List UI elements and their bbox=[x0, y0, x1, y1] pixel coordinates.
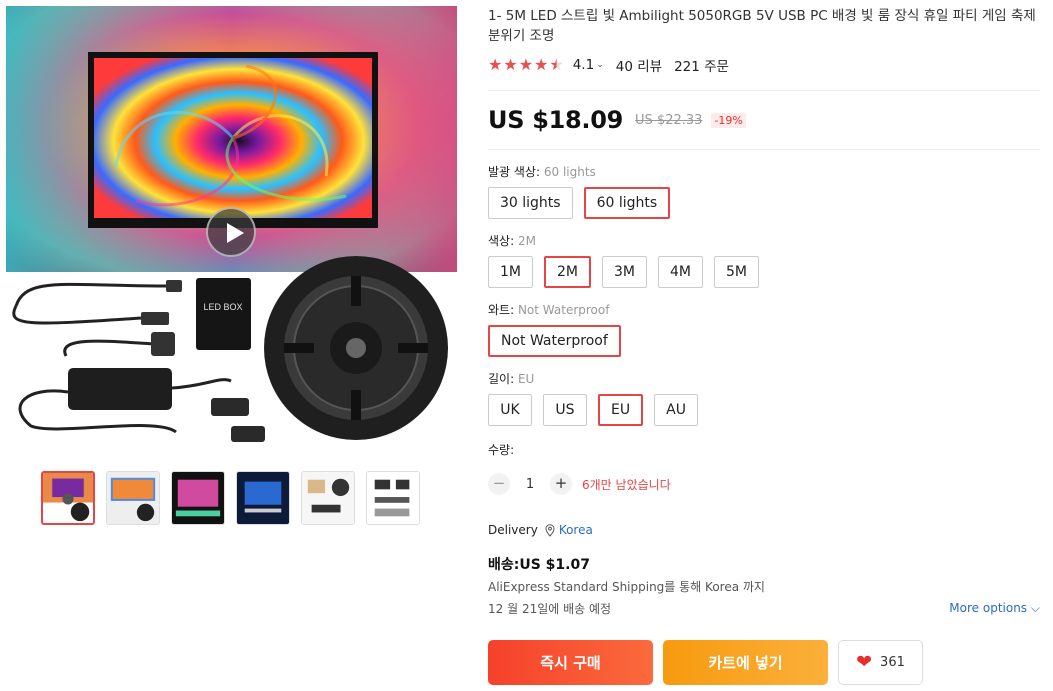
divider bbox=[488, 149, 1040, 150]
thumbnail-3[interactable] bbox=[171, 471, 225, 525]
option-length[interactable]: UK bbox=[488, 394, 532, 426]
quantity-input[interactable]: 1 bbox=[518, 477, 542, 492]
stock-notice: 6개만 남았습니다 bbox=[582, 477, 671, 492]
product-info-panel: 1- 5M LED 스트립 빛 Ambilight 5050RGB 5V USB… bbox=[488, 6, 1040, 617]
wishlist-count: 361 bbox=[880, 655, 905, 670]
shipping-date-row: 12 월 21일에 배송 예정 More options ⌵ bbox=[488, 600, 1040, 617]
video-play-button[interactable] bbox=[206, 207, 256, 257]
orders-count: 221 주문 bbox=[674, 59, 729, 75]
option-emitting-color[interactable]: 30 lights bbox=[488, 187, 573, 219]
more-options-link[interactable]: More options ⌵ bbox=[949, 601, 1040, 616]
property-group-emitting-color: 발광 색상: 60 lights 30 lights 60 lights bbox=[488, 162, 1040, 219]
star-icon: ★ bbox=[518, 55, 534, 74]
chevron-down-icon[interactable]: ⌄ bbox=[596, 60, 604, 70]
product-title: 1- 5M LED 스트립 빛 Ambilight 5050RGB 5V USB… bbox=[488, 8, 1036, 44]
thumbnail-1[interactable] bbox=[41, 471, 95, 525]
property-options: 30 lights 60 lights bbox=[488, 187, 1040, 219]
led-box-label: LED BOX bbox=[203, 302, 242, 312]
property-label: 와트: Not Waterproof bbox=[488, 300, 1040, 320]
option-length[interactable]: US bbox=[543, 394, 587, 426]
property-group-wattage: 와트: Not Waterproof Not Waterproof bbox=[488, 300, 1040, 357]
option-color[interactable]: 3M bbox=[602, 256, 647, 288]
property-selected-value: 60 lights bbox=[543, 165, 596, 179]
option-length[interactable]: AU bbox=[654, 394, 699, 426]
property-label: 길이: EU bbox=[488, 369, 1040, 389]
property-name: 발광 색상: bbox=[488, 165, 541, 179]
more-options-label: More options bbox=[949, 601, 1028, 615]
option-color[interactable]: 5M bbox=[714, 256, 759, 288]
quantity-decrease-button[interactable]: − bbox=[488, 473, 510, 495]
thumbnail-4[interactable] bbox=[236, 471, 290, 525]
property-options: 1M 2M 3M 4M 5M bbox=[488, 256, 1040, 288]
price-row: US $18.09 US $22.33 -19% bbox=[488, 91, 1040, 149]
reviews-link[interactable]: 40 리뷰 bbox=[616, 55, 662, 75]
shipping-price: 배송:US $1.07 bbox=[488, 557, 590, 573]
chevron-down-icon: ⌵ bbox=[1030, 601, 1040, 615]
property-selected-value: Not Waterproof bbox=[517, 303, 610, 317]
option-wattage[interactable]: Not Waterproof bbox=[488, 325, 621, 357]
thumbnail-6[interactable] bbox=[366, 471, 420, 525]
property-name: 길이: bbox=[488, 372, 515, 386]
quantity-stepper: − 1 + 6개만 남았습니다 bbox=[488, 473, 1040, 495]
action-buttons: 즉시 구매 카트에 넣기 ❤ 361 bbox=[488, 640, 923, 685]
option-emitting-color[interactable]: 60 lights bbox=[583, 187, 671, 219]
delivery-row: Delivery Korea bbox=[488, 523, 1040, 537]
option-color[interactable]: 1M bbox=[488, 256, 533, 288]
property-options: UK US EU AU bbox=[488, 394, 1040, 426]
property-name: 와트: bbox=[488, 303, 515, 317]
star-icon: ★ bbox=[503, 55, 518, 74]
discount-badge: -19% bbox=[711, 112, 746, 128]
delivery-label: Delivery bbox=[488, 523, 538, 537]
rating-value[interactable]: 4.1 bbox=[573, 57, 594, 73]
thumbnail-5[interactable] bbox=[301, 471, 355, 525]
property-group-color: 색상: 2M 1M 2M 3M 4M 5M bbox=[488, 231, 1040, 288]
property-label: 색상: 2M bbox=[488, 231, 1040, 251]
property-group-length: 길이: EU UK US EU AU bbox=[488, 369, 1040, 426]
star-icon: ★ bbox=[534, 55, 549, 74]
add-to-cart-button[interactable]: 카트에 넣기 bbox=[663, 640, 828, 685]
rating-row: ★ ★ ★ ★ ★ 4.1 ⌄ 40 리뷰 221 주문 bbox=[488, 54, 1040, 76]
property-options: Not Waterproof bbox=[488, 325, 1040, 357]
current-price: US $18.09 bbox=[488, 106, 624, 134]
rating-stars[interactable]: ★ ★ ★ ★ ★ bbox=[488, 57, 564, 73]
option-color[interactable]: 2M bbox=[544, 256, 591, 288]
option-length[interactable]: EU bbox=[598, 394, 644, 426]
thumbnail-2[interactable] bbox=[106, 471, 160, 525]
property-selected-value: EU bbox=[517, 372, 535, 386]
quantity-increase-button[interactable]: + bbox=[550, 473, 572, 495]
buy-now-button[interactable]: 즉시 구매 bbox=[488, 640, 653, 685]
property-label: 발광 색상: 60 lights bbox=[488, 162, 1040, 182]
option-color[interactable]: 4M bbox=[658, 256, 703, 288]
star-icon: ★ bbox=[488, 55, 503, 74]
original-price: US $22.33 bbox=[635, 112, 703, 128]
star-half-icon: ★ bbox=[549, 55, 564, 74]
location-pin-icon bbox=[545, 523, 555, 537]
delivery-destination[interactable]: Korea bbox=[559, 523, 593, 537]
shipping-method: AliExpress Standard Shipping를 통해 Korea 까… bbox=[488, 580, 765, 594]
main-product-image[interactable]: LED BOX bbox=[6, 6, 457, 457]
property-selected-value: 2M bbox=[517, 234, 536, 248]
thumbnail-strip bbox=[41, 471, 420, 525]
wishlist-button[interactable]: ❤ 361 bbox=[838, 640, 923, 685]
heart-icon: ❤ bbox=[856, 651, 873, 673]
property-name: 색상: bbox=[488, 234, 515, 248]
estimated-delivery-date: 12 월 21일에 배송 예정 bbox=[488, 602, 612, 616]
quantity-label: 수량: bbox=[488, 443, 515, 457]
